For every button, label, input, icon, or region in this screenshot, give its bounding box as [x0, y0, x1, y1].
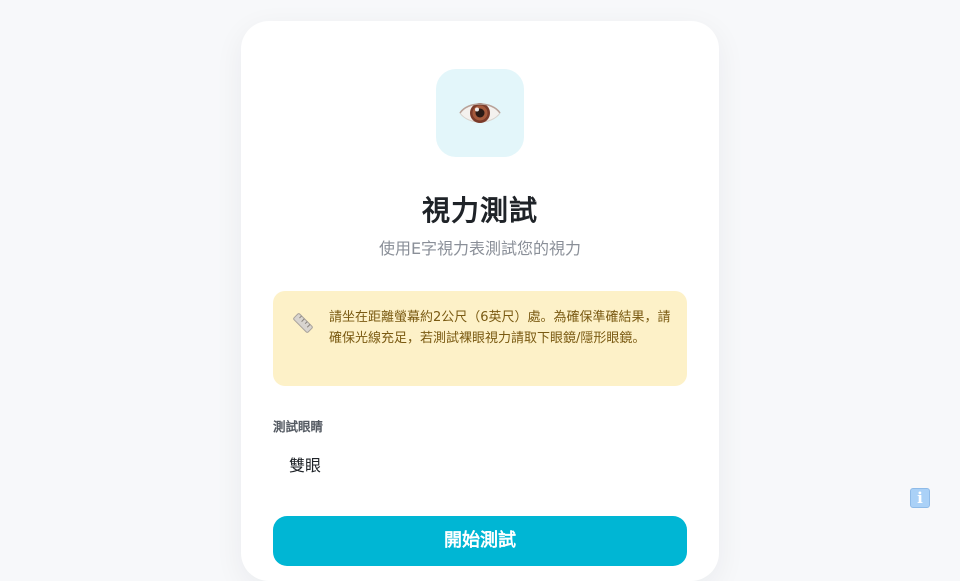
info-icon[interactable]: i	[910, 488, 930, 508]
ruler-icon	[293, 313, 313, 333]
app-icon-tile	[436, 69, 524, 157]
main-card: 視力測試 使用E字視力表測試您的視力 請坐在距離螢幕約2公尺（6英尺）處。為確保…	[241, 21, 719, 581]
eye-icon	[459, 103, 501, 123]
eye-select-label: 測試眼睛	[273, 419, 324, 434]
notice-text: 請坐在距離螢幕約2公尺（6英尺）處。為確保準確結果，請確保光線充足，若測試裸眼視…	[329, 310, 671, 346]
page-subtitle: 使用E字視力表測試您的視力	[378, 239, 582, 258]
page-title: 視力測試	[421, 194, 538, 227]
start-test-button[interactable]: 開始測試	[273, 516, 687, 566]
instruction-notice: 請坐在距離螢幕約2公尺（6英尺）處。為確保準確結果，請確保光線充足，若測試裸眼視…	[273, 291, 687, 386]
eye-select[interactable]: 雙眼	[273, 449, 687, 483]
